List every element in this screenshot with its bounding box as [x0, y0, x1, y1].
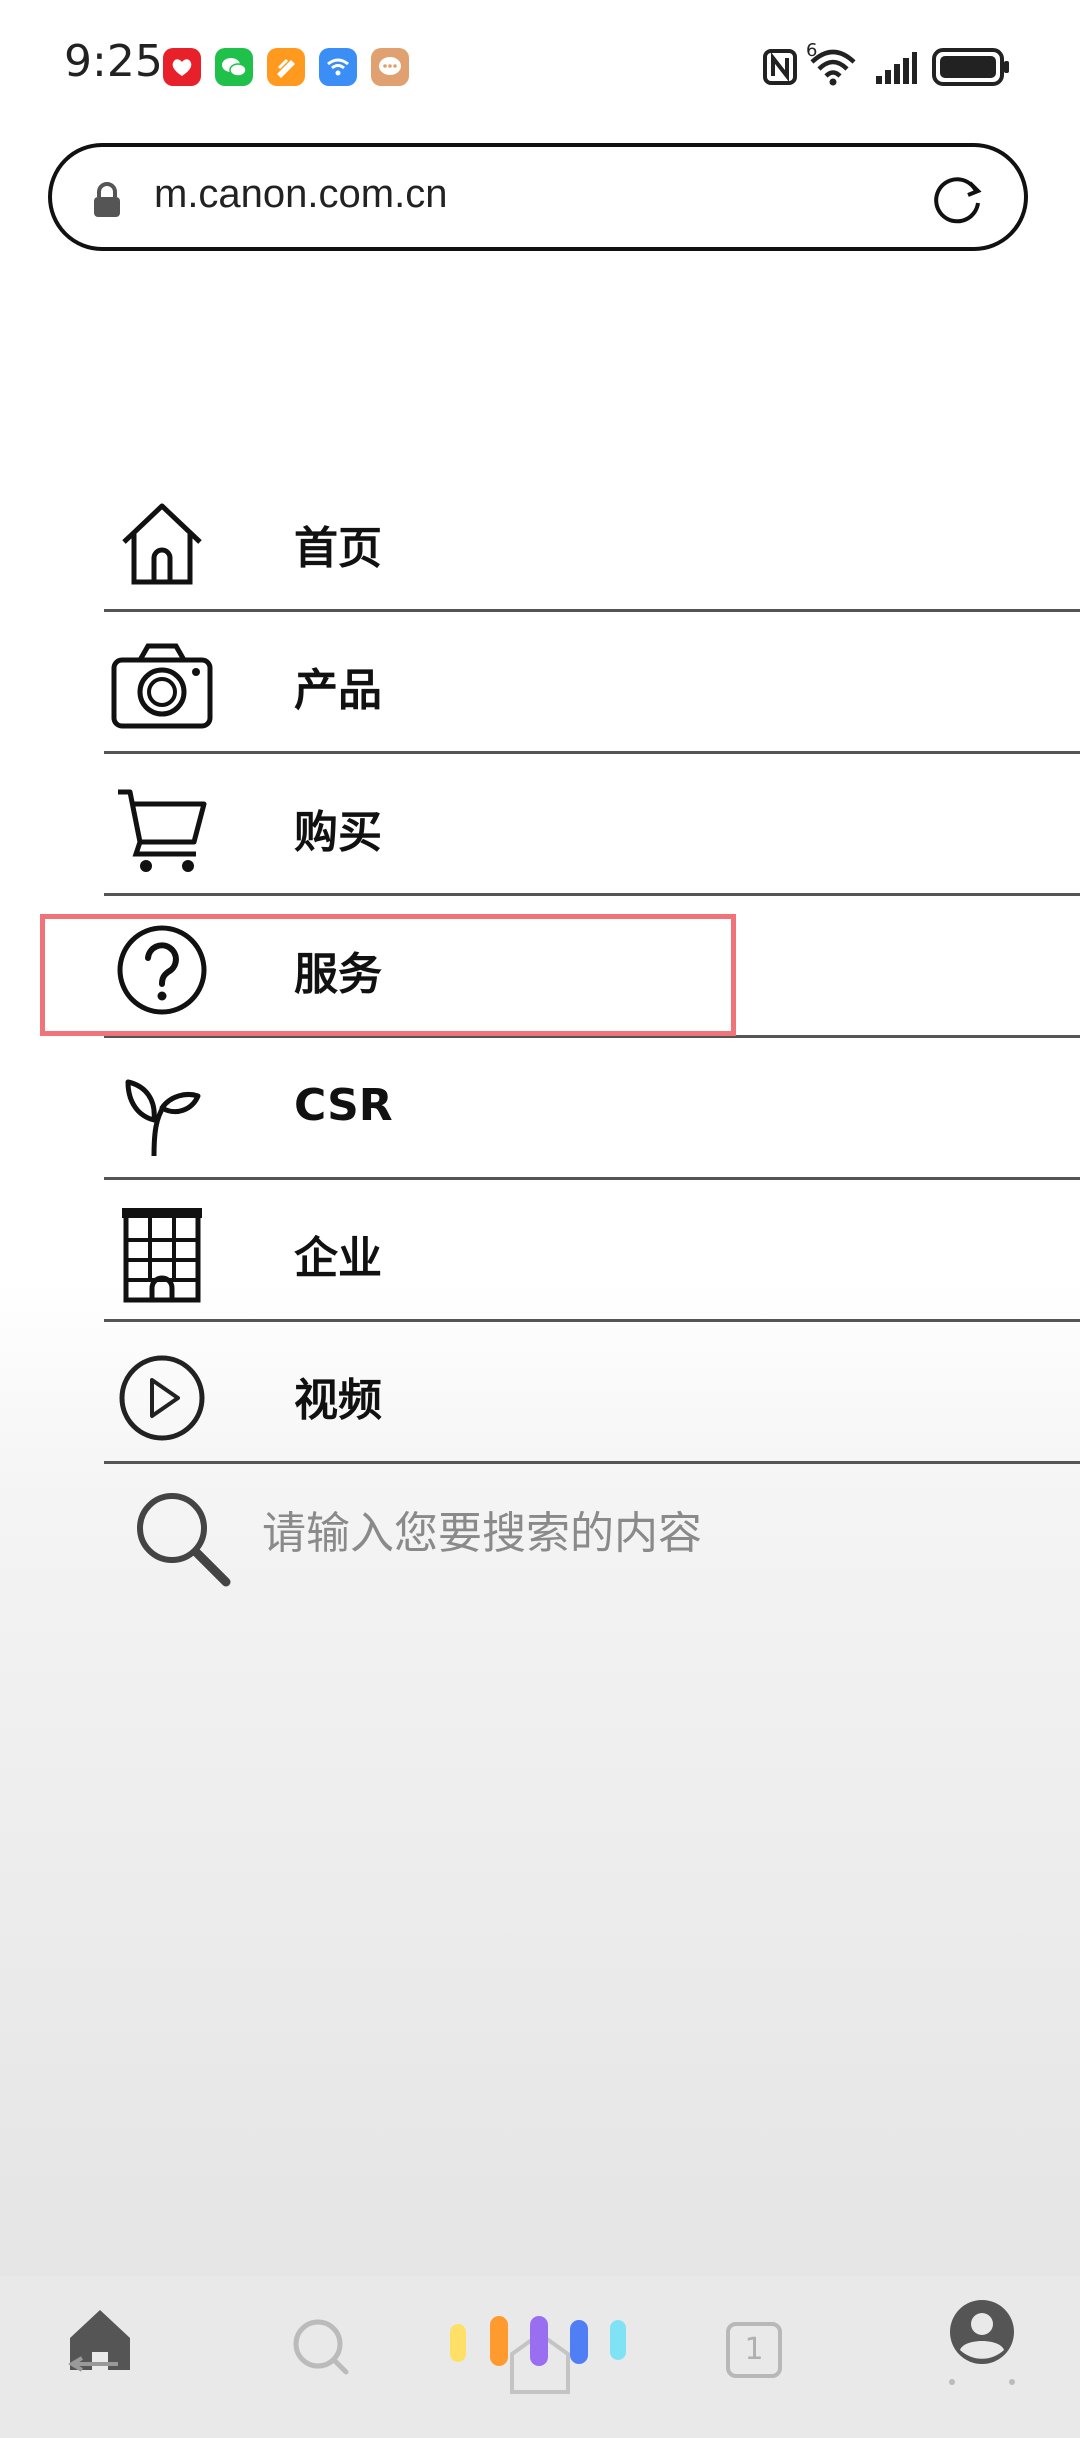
reload-icon[interactable] — [930, 171, 986, 227]
menu-label: 购买 — [294, 807, 382, 858]
wifi-app-icon — [319, 48, 357, 86]
nfc-icon — [763, 49, 797, 85]
pen-app-icon — [267, 48, 305, 86]
lock-icon — [94, 182, 120, 217]
status-bar: 9:25 6 — [0, 0, 1080, 130]
sprout-icon — [125, 1079, 201, 1157]
camera-icon — [111, 643, 213, 729]
menu-item-video[interactable]: 视频 — [0, 1322, 1080, 1464]
status-time: 9:25 — [64, 36, 163, 87]
menu-item-buy[interactable]: 购买 — [0, 754, 1080, 896]
chat-bubble-app-icon — [371, 48, 409, 86]
wifi-badge: 6 — [806, 40, 818, 61]
menu-item-csr[interactable]: CSR — [0, 1038, 1080, 1180]
tabs-button[interactable]: 1 — [726, 2322, 782, 2378]
assistant-voice-icon[interactable] — [440, 2310, 640, 2400]
menu-item-company[interactable]: 企业 — [0, 1180, 1080, 1322]
building-icon — [122, 1208, 202, 1303]
home-nav-icon[interactable] — [62, 2302, 138, 2378]
search-input[interactable] — [260, 1502, 864, 1564]
menu-item-products[interactable]: 产品 — [0, 612, 1080, 754]
menu-label: 视频 — [294, 1375, 382, 1426]
menu-label: 产品 — [294, 665, 382, 716]
highlight-box — [40, 914, 736, 1036]
menu-item-home[interactable]: 首页 — [0, 470, 1080, 612]
menu-label: 首页 — [294, 523, 382, 574]
url-text[interactable]: m.canon.com.cn — [154, 172, 447, 217]
wechat-icon — [215, 48, 253, 86]
battery-icon — [932, 48, 1009, 86]
shopping-cart-icon — [118, 789, 207, 872]
gift-app-icon — [163, 48, 201, 86]
home-icon — [122, 503, 202, 585]
bottom-navigation-bar: 1 — [0, 2276, 1080, 2438]
address-bar[interactable]: m.canon.com.cn — [48, 143, 1028, 251]
cellular-signal-icon — [876, 52, 917, 84]
tab-count: 1 — [744, 2332, 764, 2367]
search-row — [0, 1462, 1080, 1604]
play-circle-icon — [119, 1355, 205, 1441]
profile-avatar-icon[interactable] — [946, 2298, 1018, 2398]
menu-label: CSR — [294, 1080, 393, 1131]
search-nav-icon[interactable] — [290, 2316, 354, 2380]
menu-label: 企业 — [294, 1233, 382, 1284]
search-icon[interactable] — [130, 1486, 234, 1590]
